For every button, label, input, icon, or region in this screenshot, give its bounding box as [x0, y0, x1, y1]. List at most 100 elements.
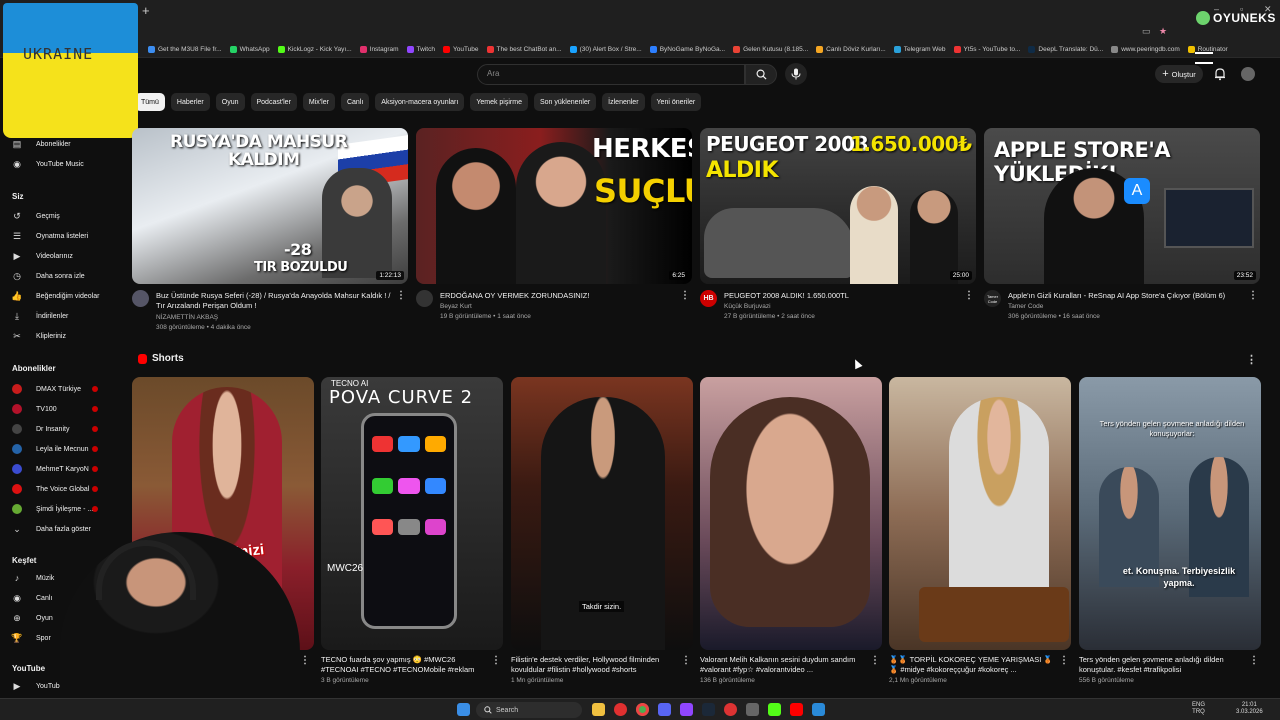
address-bar[interactable]: ▭ ★	[0, 22, 1280, 42]
chip-filter[interactable]: Haberler	[170, 93, 210, 111]
channel-name[interactable]: NİZAMETTİN AKBAŞ	[156, 314, 218, 321]
more-icon[interactable]: ⋮	[870, 655, 880, 666]
chip-filter[interactable]: Oyun	[215, 93, 245, 111]
video-thumbnail[interactable]: PEUGEOT 2008 1.650.000₺ ALDIK 25:00	[700, 128, 976, 284]
sidebar-item[interactable]: ☰ Oynatma listeleri	[12, 231, 88, 241]
video-thumbnail[interactable]: HERKES SUÇLU 6:25	[416, 128, 692, 284]
sidebar-item[interactable]: ▤ Abonelikler	[12, 139, 71, 149]
bookmark-item[interactable]: Instagram	[359, 46, 399, 53]
kick-icon[interactable]	[768, 703, 781, 716]
short-thumbnail[interactable]	[889, 377, 1071, 650]
notifications-icon[interactable]	[1213, 67, 1227, 81]
short-title[interactable]: Ters yönden gelen şovmene anladığı dilde…	[1079, 655, 1247, 675]
video-title[interactable]: Buz Üstünde Rusya Seferi (-28) / Rusya'd…	[156, 291, 396, 311]
more-icon[interactable]: ⋮	[680, 290, 690, 301]
video-title[interactable]: PEUGEOT 2008 ALDIK! 1.650.000TL	[724, 291, 964, 301]
sidebar-item[interactable]: ✂ Klipleriniz	[12, 331, 66, 341]
sidebar-item[interactable]: ◷ Daha sonra izle	[12, 271, 85, 281]
more-icon[interactable]: ⋮	[1248, 290, 1258, 301]
short-title[interactable]: Filistin'e destek verdiler, Hollywood fi…	[511, 655, 679, 675]
file-explorer-icon[interactable]	[592, 703, 605, 716]
youtube-icon[interactable]	[790, 703, 803, 716]
video-thumbnail[interactable]: APPLE STORE'A YÜKLEDİK! A 23:52	[984, 128, 1260, 284]
channel-avatar[interactable]	[416, 290, 433, 307]
sidebar-item[interactable]: The Voice Global	[12, 484, 89, 494]
video-thumbnail[interactable]: RUSYA'DA MAHSUR KALDIM -28 TIR BOZULDU 1…	[132, 128, 408, 284]
app-icon[interactable]	[746, 703, 759, 716]
opera-icon[interactable]	[614, 703, 627, 716]
channel-name[interactable]: Küçük Burjuvazi	[724, 303, 771, 310]
sidebar-item[interactable]: ◉ YouTube Music	[12, 159, 84, 169]
chip-filter[interactable]: Mix'ler	[302, 93, 335, 111]
bookmark-item[interactable]: DeepL Translate: Dü...	[1028, 46, 1103, 53]
bookmark-item[interactable]: Yt5s - YouTube to...	[953, 46, 1020, 53]
chip-filter[interactable]: İzlenenler	[602, 93, 645, 111]
search-input[interactable]: Ara	[477, 64, 745, 85]
create-button[interactable]: + Oluştur	[1155, 65, 1203, 83]
search-button[interactable]	[745, 64, 777, 85]
short-title[interactable]: Valorant Melih Kalkanın sesini duydum sa…	[700, 655, 868, 675]
short-thumbnail[interactable]: Takdir sizin.	[511, 377, 693, 650]
bookmark-item[interactable]: YouTube	[442, 46, 479, 53]
chip-filter[interactable]: Aksiyon-macera oyunları	[375, 93, 465, 111]
chip-filter[interactable]: Yeni öneriler	[650, 93, 702, 111]
chip-filter[interactable]: Podcast'ler	[250, 93, 297, 111]
bookmark-item[interactable]: WhatsApp	[229, 46, 270, 53]
shorts-more-icon[interactable]: ⋮	[1246, 353, 1257, 366]
more-icon[interactable]: ⋮	[1059, 655, 1069, 666]
clock[interactable]: 21:01 3.03.2026	[1236, 702, 1263, 716]
more-icon[interactable]: ⋮	[681, 655, 691, 666]
subscriptions-heading[interactable]: Abonelikler	[12, 364, 56, 373]
more-icon[interactable]: ⋮	[1249, 655, 1259, 666]
cast-icon[interactable]: ▭	[1142, 26, 1151, 37]
sidebar-item[interactable]: TV100	[12, 404, 57, 414]
sidebar-item[interactable]: Leyla ile Mecnun	[12, 444, 89, 454]
chrome-icon[interactable]	[636, 703, 649, 716]
short-thumbnail[interactable]	[700, 377, 882, 650]
bookmark-item[interactable]: Telegram Web	[893, 46, 946, 53]
app-icon[interactable]	[812, 703, 825, 716]
steam-icon[interactable]	[702, 703, 715, 716]
new-tab-button[interactable]: +	[142, 3, 150, 18]
more-icon[interactable]: ⋮	[491, 655, 501, 666]
sidebar-item[interactable]: 👍 Beğendiğim videolar	[11, 291, 99, 301]
app-icon[interactable]	[724, 703, 737, 716]
sidebar-item[interactable]: Dr Insanity	[12, 424, 69, 434]
video-title[interactable]: ERDOĞANA OY VERMEK ZORUNDASINIZ!	[440, 291, 680, 301]
short-thumbnail[interactable]: Ters yönden gelen şovmene anladığı dilde…	[1079, 377, 1261, 650]
chip-filter[interactable]: Tümü	[135, 93, 165, 111]
more-icon[interactable]: ⋮	[964, 290, 974, 301]
bookmark-item[interactable]: Get the M3U8 File fr...	[148, 46, 222, 53]
account-avatar[interactable]	[1241, 67, 1255, 81]
channel-avatar[interactable]: Tamer Code	[984, 290, 1001, 307]
chip-filter[interactable]: Yemek pişirme	[470, 93, 528, 111]
bookmark-item[interactable]: ByNoGame ByNoGa...	[649, 46, 725, 53]
channel-name[interactable]: Tamer Code	[1008, 303, 1043, 310]
chip-filter[interactable]: Son yüklenenler	[533, 93, 597, 111]
windows-start-icon[interactable]	[457, 703, 470, 716]
short-title[interactable]: 🥉🥉 TORPİL KOKOREÇ YEME YARIŞMASI 🥉🥉 #mid…	[889, 655, 1057, 675]
more-icon[interactable]: ⋮	[396, 290, 406, 301]
twitch-icon[interactable]	[680, 703, 693, 716]
channel-name[interactable]: Beyaz Kurt	[440, 303, 472, 310]
bookmark-item[interactable]: Gelen Kutusu (8.185...	[733, 46, 808, 53]
channel-avatar[interactable]	[132, 290, 149, 307]
channel-avatar[interactable]: HB	[700, 290, 717, 307]
video-title[interactable]: Apple'ın Gizli Kuralları - ReSnap AI App…	[1008, 291, 1248, 301]
bookmark-item[interactable]: The best ChatBot an...	[486, 46, 562, 53]
sidebar-item[interactable]: Şimdi İyileşme - ...	[12, 504, 93, 514]
chip-filter[interactable]: Canlı	[340, 93, 370, 111]
you-heading[interactable]: Siz	[12, 192, 24, 201]
bookmark-item[interactable]: (30) Alert Box / Stre...	[569, 46, 642, 53]
bookmark-item[interactable]: KickLogz - Kick Yayı...	[277, 46, 352, 53]
language-indicator[interactable]: ENG TRQ	[1192, 702, 1205, 716]
sidebar-item[interactable]: ▶ Videolarınız	[12, 251, 73, 261]
bookmark-item[interactable]: Canlı Döviz Kurları...	[816, 46, 886, 53]
bookmark-item[interactable]: www.peeringdb.com	[1111, 46, 1180, 53]
sidebar-item[interactable]: DMAX Türkiye	[12, 384, 81, 394]
sidebar-item[interactable]: ⤓ İndirilenler	[12, 311, 68, 321]
sidebar-item[interactable]: MehmeT KaryoN	[12, 464, 89, 474]
star-icon[interactable]: ★	[1159, 26, 1167, 37]
taskbar-search[interactable]: Search	[476, 702, 582, 718]
sidebar-item[interactable]: ↺ Geçmiş	[12, 211, 60, 221]
